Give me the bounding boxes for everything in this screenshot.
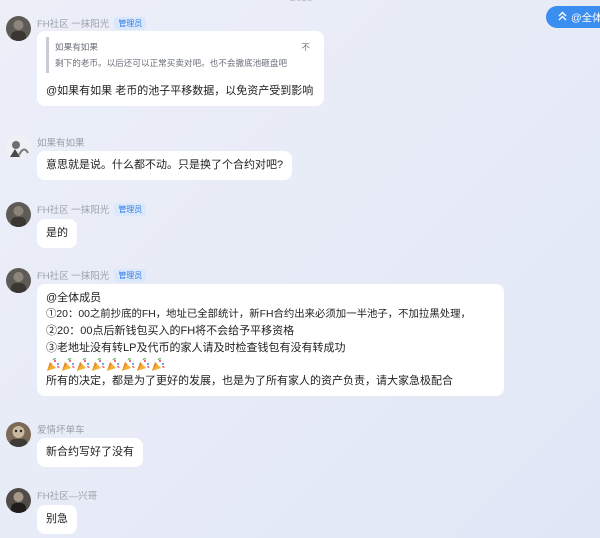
double-chevron-up-icon [558, 11, 567, 23]
party-popper-icon [61, 357, 75, 372]
message-line: @全体成员 [46, 292, 102, 304]
message-bubble[interactable]: @全体成员 ①20：00之前抄底的FH，地址已全部统计，新FH合约出来必须加一半… [37, 284, 504, 396]
party-popper-icon [76, 357, 90, 372]
sender-name: FH社区 一抹阳光 管理员 [37, 202, 147, 216]
message-bubble[interactable]: 如果有如果 不 剩下的老币。以后还可以正常买卖对吧。也不会撤底池砸盘吧 @如果有… [37, 31, 324, 106]
message-text: 别急 [46, 513, 68, 525]
party-popper-icon [136, 357, 150, 372]
message-bubble[interactable]: 意思就是说。什么都不动。只是换了个合约对吧? [37, 151, 293, 180]
message-bubble[interactable]: 是的 [37, 219, 77, 248]
party-popper-icon [151, 357, 165, 372]
party-popper-icon [46, 357, 60, 372]
sender-name: FH社区 一抹阳光 管理员 [37, 16, 147, 30]
message-bubble[interactable]: 别急 [37, 505, 77, 534]
avatar[interactable] [6, 16, 31, 41]
sender-name: FH社区 一抹阳光 管理员 [37, 268, 147, 282]
mention-all-jump-button[interactable]: @全体 [546, 6, 600, 28]
avatar[interactable] [6, 135, 31, 160]
quoted-reply[interactable]: 如果有如果 不 剩下的老币。以后还可以正常买卖对吧。也不会撤底池砸盘吧 [46, 37, 312, 73]
sender-label: 爱情坏单车 [37, 425, 85, 436]
avatar[interactable] [6, 268, 31, 293]
message-text: 是的 [46, 227, 68, 239]
admin-badge: 管理员 [114, 268, 147, 282]
avatar[interactable] [6, 422, 31, 447]
message-text: @如果有如果 老币的池子平移数据，以免资产受到影响 [46, 85, 314, 97]
message-text: 意思就是说。什么都不动。只是换了个合约对吧? [46, 159, 284, 171]
quote-author: 如果有如果 [55, 42, 98, 52]
avatar[interactable] [6, 202, 31, 227]
message-line: ③老地址没有转LP及代币的家人请及时检查钱包有没有转成功 [46, 341, 346, 354]
party-popper-icon [91, 357, 105, 372]
message-text: 新合约写好了没有 [46, 446, 134, 458]
admin-badge: 管理员 [114, 202, 147, 216]
sender-label: 如果有如果 [37, 138, 85, 149]
mention-all-label: @全体 [571, 11, 600, 24]
quote-text: 剩下的老币。以后还可以正常买卖对吧。也不会撤底池砸盘吧 [55, 58, 288, 68]
sender-name: 爱情坏单车 [37, 422, 85, 436]
sender-label: FH社区—兴哥 [37, 491, 98, 502]
timestamp: 2023 [290, 0, 313, 4]
chat-area: 2023 @全体 FH社区 一抹阳光 管理员 如果有如果 不 剩下的老币。以后还… [0, 0, 600, 538]
sender-label: FH社区 一抹阳光 [37, 205, 110, 216]
message-line: ②20：00点后新钱包买入的FH将不会给予平移资格 [46, 325, 295, 337]
sender-name: FH社区—兴哥 [37, 488, 97, 502]
emoji-row [46, 356, 495, 373]
avatar[interactable] [6, 488, 31, 513]
party-popper-icon [106, 357, 120, 372]
message-bubble[interactable]: 新合约写好了没有 [37, 438, 143, 467]
party-popper-icon [121, 357, 135, 372]
quote-tail: 不 [301, 42, 310, 52]
sender-label: FH社区 一抹阳光 [37, 271, 110, 282]
sender-name: 如果有如果 [37, 135, 85, 149]
admin-badge: 管理员 [114, 16, 147, 30]
message-line: ①20：00之前抄底的FH，地址已全部统计，新FH合约出来必须加一半池子，不加拉… [46, 308, 471, 320]
message-line: 所有的决定，都是为了更好的发展，也是为了所有家人的资产负责，请大家急极配合 [46, 375, 453, 387]
sender-label: FH社区 一抹阳光 [37, 19, 110, 30]
